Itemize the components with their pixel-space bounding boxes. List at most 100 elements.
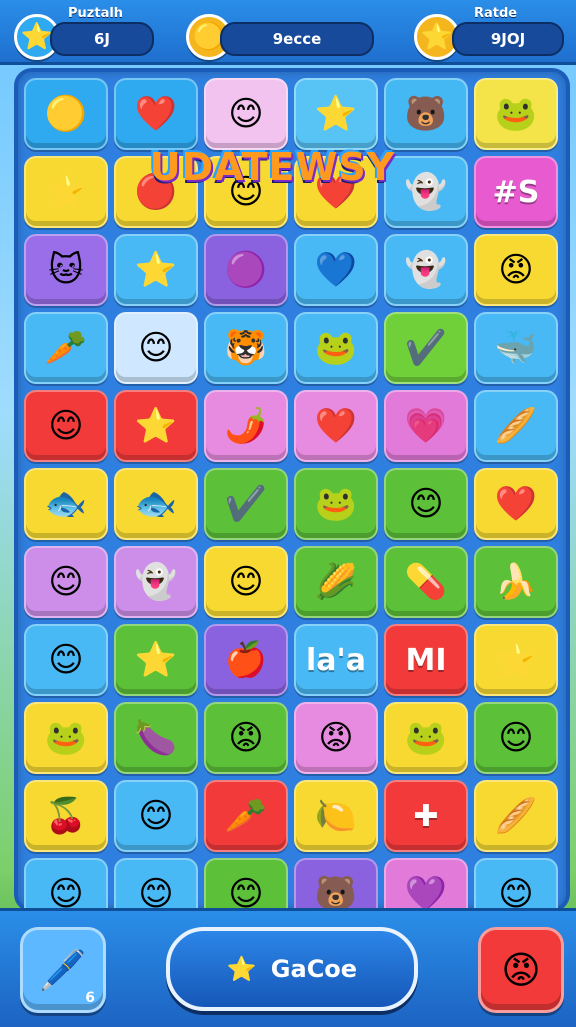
main-action-button[interactable]: ⭐ GaCoe: [166, 927, 418, 1011]
board-tile[interactable]: 😊: [114, 780, 198, 852]
board-tile[interactable]: ⭐: [114, 624, 198, 696]
green-face-icon: 😊: [228, 874, 264, 914]
lemon-icon: 🍋: [314, 796, 358, 836]
board-tile[interactable]: 🐳: [474, 312, 558, 384]
board-tile[interactable]: 🐻: [384, 78, 468, 150]
board-tile[interactable]: 😡: [294, 702, 378, 774]
grey-star-icon: ⭐: [134, 640, 178, 680]
board-tile[interactable]: 👻: [114, 546, 198, 618]
board-tile[interactable]: 🥕: [24, 312, 108, 384]
board-tile[interactable]: 🐸: [294, 468, 378, 540]
red-face-icon: 😊: [48, 406, 84, 446]
board-tile[interactable]: 😊: [24, 546, 108, 618]
level-banner: UDATEWSY: [149, 145, 396, 189]
board-tile[interactable]: 😊: [204, 546, 288, 618]
board-tile[interactable]: 😊: [24, 624, 108, 696]
board-tile[interactable]: 💊: [384, 546, 468, 618]
red-face-button[interactable]: 😡: [478, 927, 564, 1013]
yellow-orb-icon: 🟡: [44, 94, 88, 134]
board-tile[interactable]: 😊: [204, 78, 288, 150]
board-tile[interactable]: 🍆: [114, 702, 198, 774]
left-hud-counter: 6J: [50, 22, 154, 56]
apple-icon: 🍎: [224, 640, 268, 680]
board-tile[interactable]: ⭐: [114, 390, 198, 462]
board-tile[interactable]: 🌽: [294, 546, 378, 618]
fish-icon: 🐟: [44, 484, 88, 524]
board-tile[interactable]: ❤️: [294, 390, 378, 462]
green-frog-icon: 🐸: [494, 94, 538, 134]
ghost-icon: 👻: [404, 250, 448, 290]
board-tile[interactable]: 🍌: [474, 546, 558, 618]
hash-s-tile[interactable]: #S: [474, 156, 558, 228]
red-face-icon: 😡: [228, 718, 264, 758]
board-tile[interactable]: 😡: [474, 234, 558, 306]
board-tile[interactable]: 🐸: [294, 312, 378, 384]
pencil-tool-button[interactable]: 🖊️ 6: [20, 927, 106, 1013]
star-icon: ⭐: [314, 94, 358, 134]
blue-face-icon: 😊: [138, 796, 174, 836]
green-frog-icon: 🐸: [314, 328, 358, 368]
heart-icon: ❤️: [134, 94, 178, 134]
board-tile[interactable]: 🐱: [24, 234, 108, 306]
carrot-icon: 🥕: [224, 796, 268, 836]
board-tile[interactable]: 👻: [384, 234, 468, 306]
banana-icon: 🍌: [494, 562, 538, 602]
frog-face-icon: 🐸: [314, 484, 358, 524]
board-tile[interactable]: 🍋: [294, 780, 378, 852]
board-tile[interactable]: ⭐: [294, 78, 378, 150]
center-hud-counter: 9ecce: [220, 22, 374, 56]
board-tile[interactable]: 🟡: [24, 78, 108, 150]
blue-face-icon: 😊: [48, 640, 84, 680]
board-tile[interactable]: ✔️: [204, 468, 288, 540]
blue-heart-icon: 💙: [314, 250, 358, 290]
pink-face-icon: 😊: [228, 94, 264, 134]
ghost-icon: 👻: [404, 172, 448, 212]
board-tile[interactable]: 🥖: [474, 780, 558, 852]
plus-tile[interactable]: ✚: [384, 780, 468, 852]
board-tile[interactable]: 🌶️: [204, 390, 288, 462]
board-tile[interactable]: 🥖: [474, 390, 558, 462]
right-hud-label: Ratde: [474, 6, 518, 21]
board-tile[interactable]: 🐸: [474, 78, 558, 150]
board-tile[interactable]: 🥕: [204, 780, 288, 852]
yellow-face-icon: 😊: [498, 874, 534, 914]
board-tile[interactable]: 😡: [204, 702, 288, 774]
board-tile[interactable]: ⭐: [114, 234, 198, 306]
board-tile[interactable]: 🍒: [24, 780, 108, 852]
yellow-face-icon: 😊: [48, 874, 84, 914]
board-tile[interactable]: 🟣: [204, 234, 288, 306]
board-tile[interactable]: 🐸: [24, 702, 108, 774]
lala-tile[interactable]: la'a: [294, 624, 378, 696]
board-tile[interactable]: 🐯: [204, 312, 288, 384]
star-icon: ⭐: [494, 640, 538, 680]
board-tile[interactable]: 🐟: [114, 468, 198, 540]
board-tile[interactable]: 🍎: [204, 624, 288, 696]
red-face-icon: 😡: [318, 718, 354, 758]
board-tile[interactable]: 💗: [384, 390, 468, 462]
board-tile[interactable]: 👻: [384, 156, 468, 228]
green-face-icon: 😊: [498, 718, 534, 758]
left-hud-label: Puztalh: [68, 6, 124, 21]
yellow-face-icon: 😊: [228, 562, 264, 602]
board-tile[interactable]: ❤️: [114, 78, 198, 150]
board-tile[interactable]: 💙: [294, 234, 378, 306]
mi-tile[interactable]: MI: [384, 624, 468, 696]
board-tile[interactable]: ❤️: [474, 468, 558, 540]
board-tile[interactable]: 😊: [474, 702, 558, 774]
right-hud-counter: 9JOJ: [452, 22, 564, 56]
board-tile[interactable]: 😊: [24, 390, 108, 462]
tile-label: ✚: [413, 798, 439, 834]
board-tile[interactable]: ✔️: [384, 312, 468, 384]
red-face-icon: 😡: [501, 948, 541, 992]
frog-face-icon: 🐸: [44, 718, 88, 758]
board-tile[interactable]: 🐟: [24, 468, 108, 540]
pencil-icon: 🖊️: [39, 947, 87, 992]
star-icon: ⭐: [44, 172, 88, 212]
board-tile[interactable]: ⭐: [474, 624, 558, 696]
board-tile[interactable]: 🐸: [384, 702, 468, 774]
cherry-icon: 🍒: [44, 796, 88, 836]
main-action-label: GaCoe: [270, 955, 358, 983]
board-tile[interactable]: 😊: [114, 312, 198, 384]
board-tile[interactable]: 😊: [384, 468, 468, 540]
board-tile[interactable]: ⭐: [24, 156, 108, 228]
